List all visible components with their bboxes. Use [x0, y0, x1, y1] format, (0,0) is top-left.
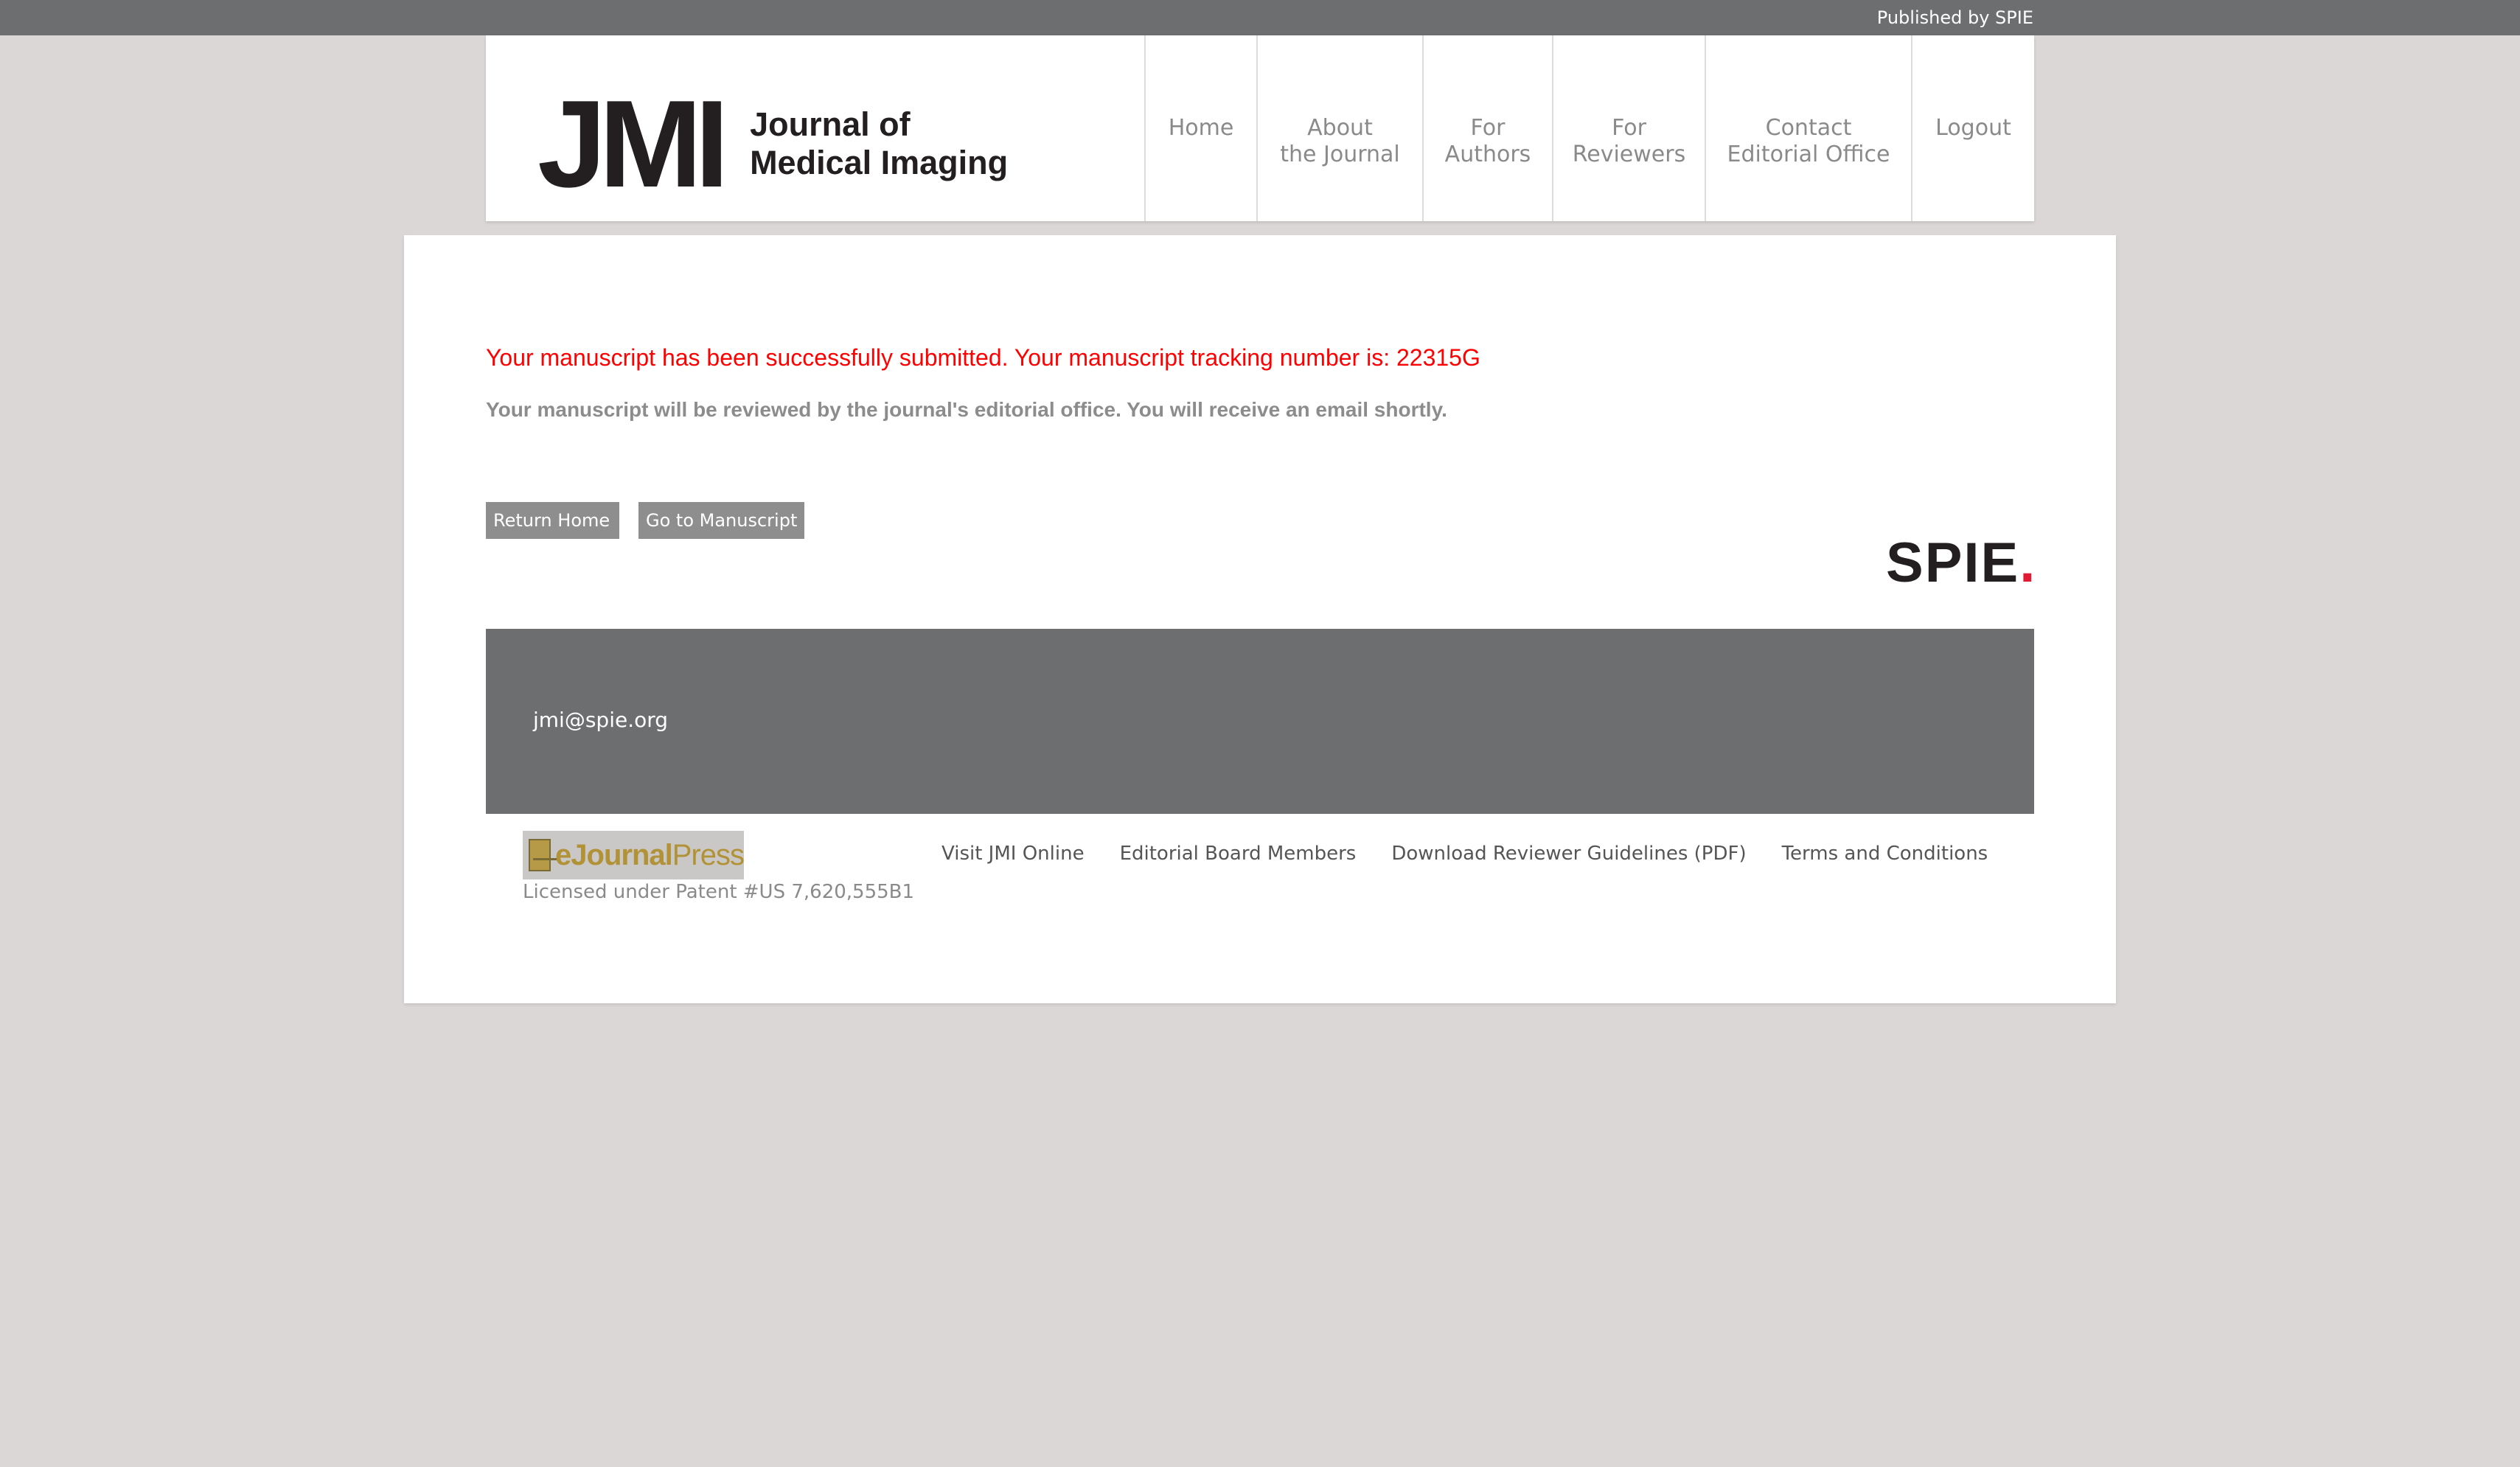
- main-nav: Home About the Journal For Authors For R…: [1144, 35, 2034, 221]
- ejournalpress-wordmark-bold: eJournal: [555, 839, 673, 871]
- nav-home[interactable]: Home: [1144, 35, 1256, 221]
- footer-link-visit-jmi-online[interactable]: Visit JMI Online: [941, 841, 1085, 866]
- jmi-logo[interactable]: JMI Journal of Medical Imaging: [537, 74, 1008, 213]
- footer-link-editorial-board-members[interactable]: Editorial Board Members: [1120, 841, 1357, 866]
- logo-abbreviation: JMI: [537, 74, 729, 213]
- nav-logout[interactable]: Logout: [1911, 35, 2034, 221]
- logo-name-line-1: Journal of: [750, 105, 911, 143]
- logo-name-line-2: Medical Imaging: [750, 144, 1009, 181]
- top-bar: Published by SPIE: [0, 0, 2520, 35]
- spie-logo: SPIE.: [1886, 534, 2036, 593]
- nav-contact-editorial-office[interactable]: Contact Editorial Office: [1705, 35, 1911, 221]
- contact-email-link[interactable]: jmi@spie.org: [533, 707, 668, 734]
- logo-journal-name: Journal of Medical Imaging: [750, 105, 1008, 182]
- ejournalpress-wordmark: eJournalPress: [555, 837, 745, 874]
- nav-for-reviewers[interactable]: For Reviewers: [1552, 35, 1705, 221]
- patent-notice: Licensed under Patent #US 7,620,555B1: [523, 881, 915, 903]
- spie-logo-dot: .: [2019, 532, 2037, 594]
- ejournalpress-logo[interactable]: eJournalPress: [523, 831, 745, 879]
- main-content-panel: Your manuscript has been successfully su…: [404, 235, 2116, 1003]
- review-note: Your manuscript will be reviewed by the …: [486, 398, 1447, 421]
- nav-for-authors[interactable]: For Authors: [1422, 35, 1552, 221]
- ejournalpress-book-icon: [529, 839, 557, 871]
- site-header: JMI Journal of Medical Imaging Home Abou…: [486, 35, 2034, 221]
- spie-logo-text: SPIE: [1886, 532, 2020, 594]
- footer-links: Visit JMI Online Editorial Board Members…: [941, 841, 1988, 866]
- footer-link-download-reviewer-guidelines[interactable]: Download Reviewer Guidelines (PDF): [1391, 841, 1746, 866]
- submission-success-message: Your manuscript has been successfully su…: [486, 344, 1480, 371]
- go-to-manuscript-button[interactable]: Go to Manuscript: [638, 502, 804, 539]
- published-by-text: Published by SPIE: [1876, 7, 2033, 28]
- footer-link-terms-and-conditions[interactable]: Terms and Conditions: [1782, 841, 1988, 866]
- return-home-button[interactable]: Return Home: [486, 502, 619, 539]
- contact-band: jmi@spie.org: [486, 629, 2034, 814]
- nav-about-the-journal[interactable]: About the Journal: [1256, 35, 1422, 221]
- ejournalpress-wordmark-regular: Press: [672, 839, 745, 871]
